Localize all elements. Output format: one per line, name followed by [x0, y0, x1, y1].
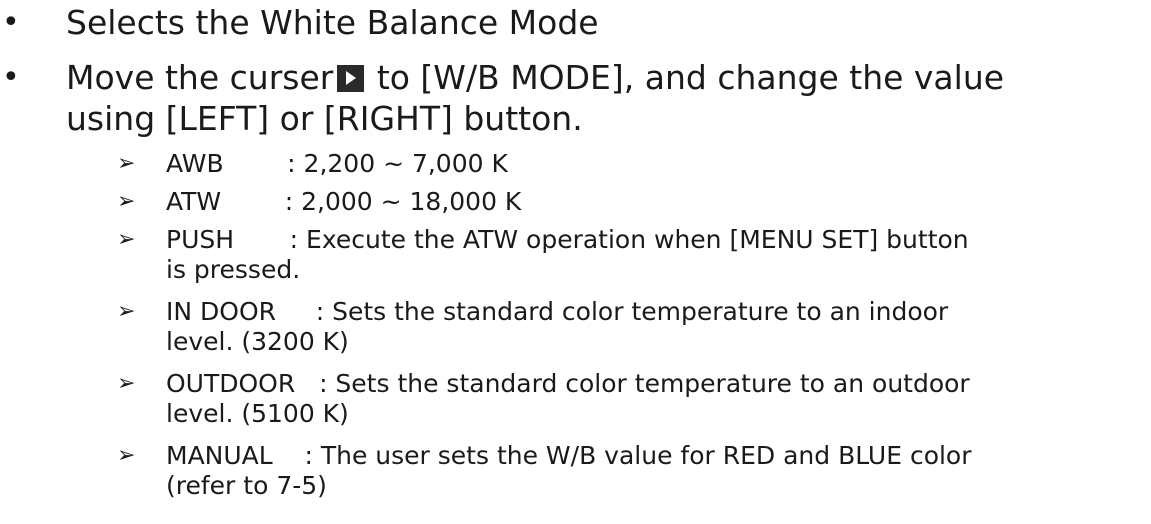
mode-label-continuation: level. (5100 K)	[166, 399, 349, 428]
mode-item-manual: ➢ MANUAL : The user sets the W/B value f…	[0, 441, 1151, 501]
bullet-text-part-2: to [W/B MODE], and change the value	[366, 58, 1005, 97]
bullet-dot: •	[2, 60, 20, 95]
cursor-arrow-icon	[337, 65, 365, 92]
mode-item-awb: ➢ AWB : 2,200 ~ 7,000 K	[0, 149, 1151, 179]
bullet-text-part-1: Move the curser	[66, 58, 334, 97]
mode-label: IN DOOR : Sets the standard color temper…	[166, 297, 949, 326]
bullet-dot: •	[2, 5, 20, 40]
manual-page: • Selects the White Balance Mode • Move …	[0, 0, 1151, 524]
mode-label: MANUAL : The user sets the W/B value for…	[166, 441, 972, 470]
arrow-bullet-icon: ➢	[117, 299, 136, 324]
mode-label-continuation: is pressed.	[166, 255, 301, 284]
arrow-bullet-icon: ➢	[117, 443, 136, 468]
mode-label-continuation: level. (3200 K)	[166, 327, 349, 356]
mode-label-continuation: (refer to 7-5)	[166, 471, 327, 500]
mode-label: ATW : 2,000 ~ 18,000 K	[166, 187, 522, 216]
mode-list: ➢ AWB : 2,200 ~ 7,000 K ➢ ATW : 2,000 ~ …	[0, 149, 1151, 501]
bullet-item-1: • Selects the White Balance Mode	[0, 2, 1151, 43]
mode-item-atw: ➢ ATW : 2,000 ~ 18,000 K	[0, 187, 1151, 217]
arrow-bullet-icon: ➢	[117, 151, 136, 176]
mode-item-push: ➢ PUSH : Execute the ATW operation when …	[0, 225, 1151, 285]
mode-label: OUTDOOR : Sets the standard color temper…	[166, 369, 970, 398]
arrow-bullet-icon: ➢	[117, 227, 136, 252]
bullet-text: Move the curser to [W/B MODE], and chang…	[66, 57, 1126, 139]
arrow-bullet-icon: ➢	[117, 189, 136, 214]
arrow-bullet-icon: ➢	[117, 371, 136, 396]
mode-item-outdoor: ➢ OUTDOOR : Sets the standard color temp…	[0, 369, 1151, 429]
bullet-item-2: • Move the curser to [W/B MODE], and cha…	[0, 57, 1151, 139]
mode-item-indoor: ➢ IN DOOR : Sets the standard color temp…	[0, 297, 1151, 357]
mode-label: PUSH : Execute the ATW operation when [M…	[166, 225, 969, 254]
bullet-text: Selects the White Balance Mode	[66, 3, 599, 42]
bullet-text-line-2: using [LEFT] or [RIGHT] button.	[66, 99, 583, 138]
mode-label: AWB : 2,200 ~ 7,000 K	[166, 149, 508, 178]
